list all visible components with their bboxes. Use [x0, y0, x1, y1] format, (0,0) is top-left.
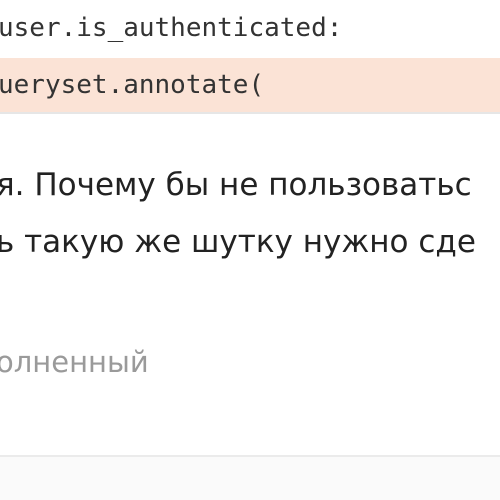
footer-area: [0, 457, 500, 500]
code-block: user.is_authenticated: ueryset.annotate(: [0, 0, 500, 116]
code-line-text: user.is_authenticated:: [0, 13, 343, 43]
page-viewport: user.is_authenticated: ueryset.annotate(…: [0, 0, 500, 500]
post-text-line: ь такую же шутку нужно сде: [0, 224, 476, 260]
status-label: олненный: [0, 345, 149, 379]
code-block-divider: [0, 112, 500, 114]
code-line-text: ueryset.annotate(: [0, 70, 265, 100]
code-line-highlighted: ueryset.annotate(: [0, 58, 500, 112]
code-line: user.is_authenticated:: [0, 6, 500, 50]
post-text-line: я. Почему бы не пользоватьс: [0, 167, 472, 203]
